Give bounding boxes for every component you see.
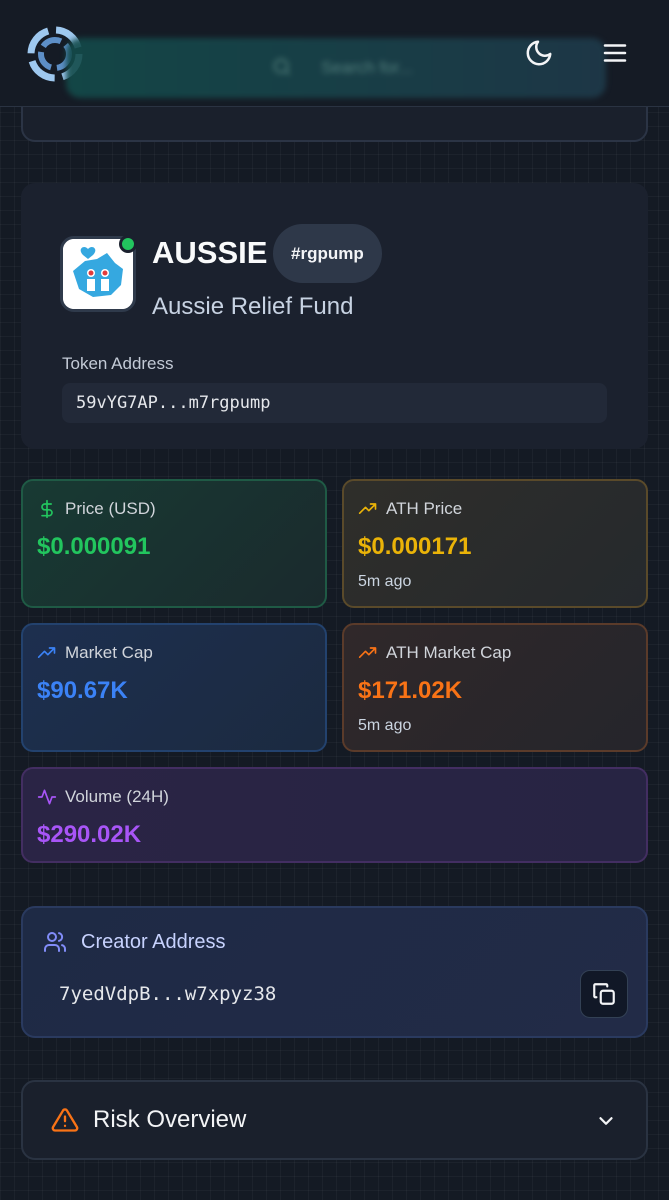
ath-market-cap-label: ATH Market Cap xyxy=(386,643,512,662)
copy-button[interactable] xyxy=(580,970,628,1018)
ath-price-card: ATH Price $0.000171 5m ago xyxy=(342,479,648,608)
token-address-label: Token Address xyxy=(62,354,174,373)
risk-title: Risk Overview xyxy=(93,1106,247,1133)
token-info-card: AUSSIE #rgpump Aussie Relief Fund Token … xyxy=(21,183,648,449)
ath-price-label: ATH Price xyxy=(386,499,463,518)
ath-market-cap-value: $171.02K xyxy=(358,677,463,704)
volume-label: Volume (24H) xyxy=(65,787,169,806)
ath-price-value: $0.000171 xyxy=(358,533,472,560)
chevron-down-icon[interactable] xyxy=(595,1110,617,1132)
price-label: Price (USD) xyxy=(65,499,156,518)
price-value: $0.000091 xyxy=(37,533,151,560)
activity-icon xyxy=(37,789,57,805)
market-cap-label: Market Cap xyxy=(65,643,153,662)
search-placeholder: Search for... xyxy=(321,58,413,77)
trending-up-icon xyxy=(358,647,377,658)
creator-card: Creator Address 7yedVdpB...w7xpyz38 xyxy=(21,906,648,1038)
volume-card: Volume (24H) $290.02K xyxy=(21,767,648,863)
ath-market-cap-card: ATH Market Cap $171.02K 5m ago xyxy=(342,623,648,752)
app-header: Search for... xyxy=(0,0,669,107)
search-icon xyxy=(273,58,290,75)
moon-icon[interactable] xyxy=(524,38,554,68)
dollar-icon xyxy=(41,499,53,519)
market-cap-card: Market Cap $90.67K xyxy=(21,623,327,752)
risk-overview-section[interactable]: Risk Overview xyxy=(21,1080,648,1160)
users-icon xyxy=(44,932,67,952)
menu-icon[interactable] xyxy=(600,38,630,68)
price-card: Price (USD) $0.000091 xyxy=(21,479,327,608)
copy-icon xyxy=(593,983,615,1005)
trending-up-icon xyxy=(37,647,56,658)
warning-icon xyxy=(51,1108,79,1132)
market-cap-value: $90.67K xyxy=(37,677,128,704)
ath-market-cap-time: 5m ago xyxy=(358,717,412,734)
online-indicator xyxy=(119,235,137,253)
token-name: Aussie Relief Fund xyxy=(152,293,354,320)
token-tag[interactable]: #rgpump xyxy=(273,224,382,283)
trending-up-icon xyxy=(358,503,377,514)
token-address[interactable]: 59vYG7AP...m7rgpump xyxy=(62,383,607,423)
token-symbol: AUSSIE xyxy=(152,235,268,270)
volume-value: $290.02K xyxy=(37,821,142,848)
creator-address: 7yedVdpB...w7xpyz38 xyxy=(59,983,277,1005)
ath-price-time: 5m ago xyxy=(358,573,412,590)
creator-title: Creator Address xyxy=(81,930,226,953)
